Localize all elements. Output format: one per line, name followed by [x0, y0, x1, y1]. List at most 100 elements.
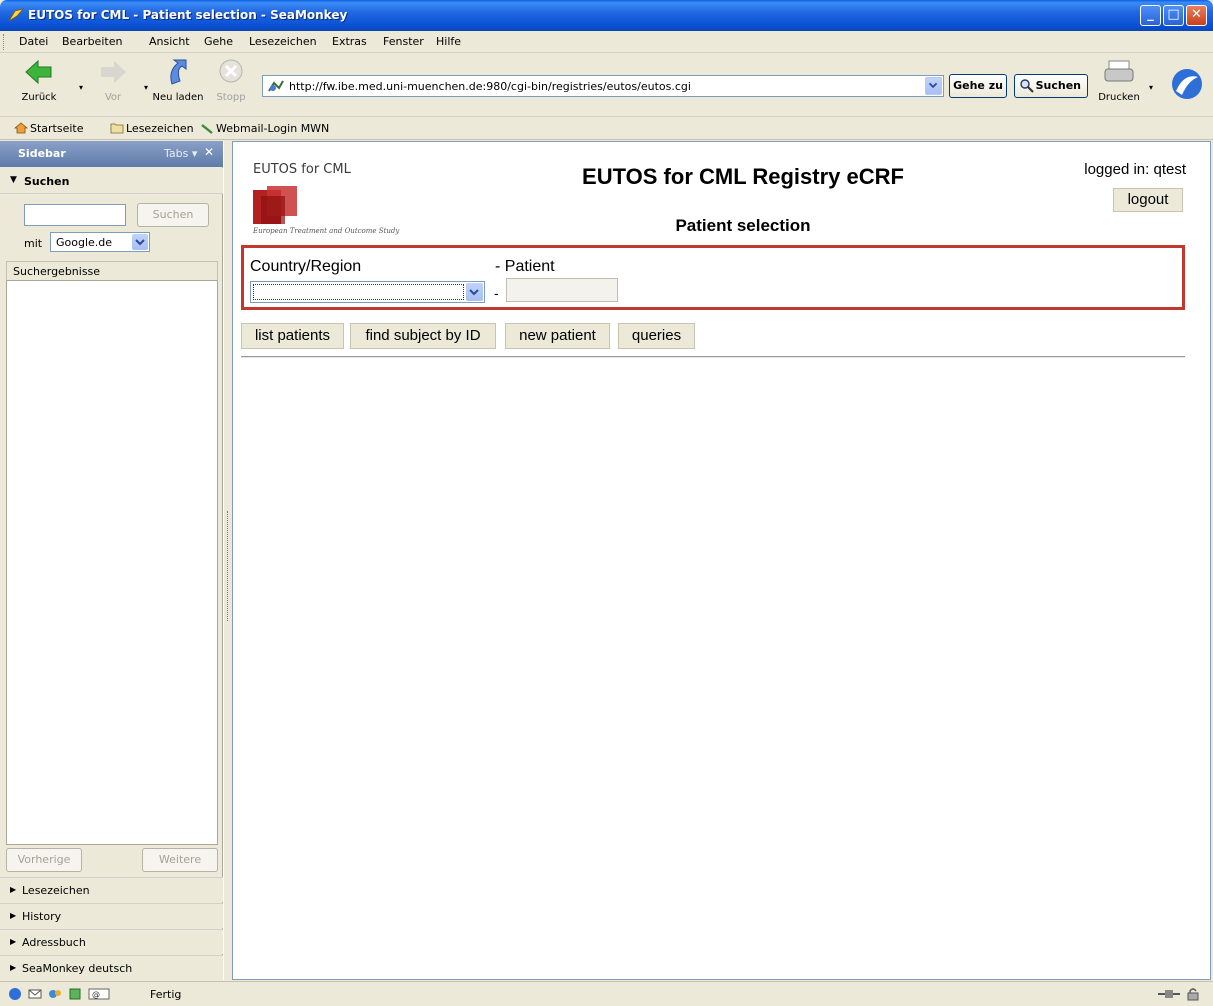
menu-extras[interactable]: Extras — [332, 35, 367, 48]
logo-title: EUTOS for CML — [253, 162, 351, 177]
menu-ansicht[interactable]: Ansicht — [149, 35, 190, 48]
back-history-dropdown[interactable]: ▾ — [79, 83, 83, 92]
collapsed-arrow-icon: ▶ — [10, 963, 17, 972]
sidebar-search-button[interactable]: Suchen — [137, 203, 209, 227]
back-label: Zurück — [21, 92, 57, 103]
search-button-label: Suchen — [1035, 79, 1081, 92]
focus-ring — [253, 284, 464, 300]
url-bar[interactable]: http://fw.ibe.med.uni-muenchen.de:980/cg… — [262, 75, 944, 97]
page-content: EUTOS for CML European Treatment and Out… — [232, 141, 1211, 980]
forward-history-dropdown[interactable]: ▾ — [144, 83, 148, 92]
sidebar-panel-suchen[interactable]: ▼ Suchen — [0, 168, 223, 194]
mail-icon[interactable] — [28, 987, 42, 1001]
search-engine-prefix: mit — [24, 237, 43, 250]
sidebar-panel-history[interactable]: ▶ History — [0, 903, 223, 928]
chevron-down-icon — [132, 234, 148, 250]
sidebar-search-input[interactable] — [24, 204, 126, 226]
logged-in-status: logged in: qtest — [1084, 161, 1186, 178]
collapsed-arrow-icon: ▶ — [10, 937, 17, 946]
forward-button[interactable]: Vor — [90, 57, 136, 103]
reload-button[interactable]: Neu laden — [150, 57, 206, 103]
sidebar-close-icon[interactable]: ✕ — [204, 145, 214, 159]
sidebar-panel-adressbuch[interactable]: ▶ Adressbuch — [0, 929, 223, 954]
window-title: EUTOS for CML - Patient selection - SeaM… — [28, 8, 348, 22]
collapsed-arrow-icon: ▶ — [10, 911, 17, 920]
search-results-label: Suchergebnisse — [13, 265, 101, 278]
toolbar-grip — [3, 34, 6, 50]
composer-icon[interactable] — [68, 987, 82, 1001]
country-select[interactable] — [250, 281, 485, 303]
print-button[interactable]: Drucken — [1097, 57, 1141, 103]
country-label: Country/Region — [250, 258, 362, 275]
minimize-button[interactable]: _ — [1140, 5, 1161, 26]
print-options-dropdown[interactable]: ▾ — [1149, 83, 1153, 92]
menu-bearbeiten[interactable]: Bearbeiten — [62, 35, 122, 48]
status-bar: @ Fertig — [0, 981, 1213, 1006]
search-results-header: Suchergebnisse — [6, 261, 218, 280]
chevron-down-icon — [466, 283, 483, 301]
maximize-button[interactable]: □ — [1163, 5, 1184, 26]
search-button[interactable]: Suchen — [1014, 74, 1088, 98]
sidebar-panel-lesezeichen[interactable]: ▶ Lesezeichen — [0, 877, 223, 902]
bookmark-startseite-label: Startseite — [30, 122, 84, 135]
menu-datei[interactable]: Datei — [19, 35, 48, 48]
menu-gehe[interactable]: Gehe — [204, 35, 233, 48]
search-results-list[interactable] — [6, 280, 218, 845]
home-icon — [14, 122, 28, 134]
sidebar-title: Sidebar — [18, 147, 66, 160]
close-button[interactable]: ✕ — [1186, 5, 1207, 26]
site-icon — [268, 80, 284, 92]
queries-button[interactable]: queries — [618, 323, 695, 349]
logout-button[interactable]: logout — [1113, 188, 1183, 212]
reload-label: Neu laden — [152, 92, 204, 103]
stop-button[interactable]: Stopp — [212, 57, 250, 103]
sidebar-tabs-label: Tabs — [164, 147, 189, 160]
status-text: Fertig — [150, 988, 182, 1001]
sidebar-panel-history-label: History — [22, 910, 62, 923]
search-icon — [1020, 79, 1034, 93]
menu-hilfe[interactable]: Hilfe — [436, 35, 461, 48]
list-patients-button[interactable]: list patients — [241, 323, 344, 349]
back-button[interactable]: Zurück — [14, 57, 64, 103]
printer-icon — [1104, 60, 1134, 82]
menu-bar: Datei Bearbeiten Ansicht Gehe Lesezeiche… — [0, 31, 1213, 53]
splitter-grip — [227, 511, 230, 621]
forward-label: Vor — [104, 92, 122, 103]
bookmark-startseite[interactable]: Startseite — [14, 122, 84, 135]
sidebar-splitter[interactable] — [223, 141, 232, 980]
online-status-icon[interactable] — [1157, 987, 1181, 1001]
seamonkey-icon — [8, 8, 24, 22]
sidebar-panel-seamonkey-deutsch[interactable]: ▶ SeaMonkey deutsch — [0, 955, 223, 980]
page-subtitle: Patient selection — [675, 216, 811, 235]
prev-results-button[interactable]: Vorherige — [6, 848, 82, 872]
security-lock-icon[interactable] — [1186, 987, 1200, 1001]
sidebar-panel-lesezeichen-label: Lesezeichen — [22, 884, 90, 897]
patient-selection-box: Country/Region - Patient - — [241, 245, 1185, 310]
window-titlebar: EUTOS for CML - Patient selection - SeaM… — [0, 0, 1213, 31]
chevron-down-icon — [928, 82, 938, 89]
search-engine-value: Google.de — [56, 236, 113, 249]
bookmark-lesezeichen[interactable]: Lesezeichen — [110, 122, 194, 135]
patient-label: - Patient — [495, 258, 555, 275]
sidebar: Sidebar Tabs ▾ ✕ ▼ Suchen Suchen mit Goo… — [0, 141, 223, 980]
browser-icon[interactable] — [8, 987, 22, 1001]
sidebar-panel-adressbuch-label: Adressbuch — [22, 936, 86, 949]
print-label: Drucken — [1098, 92, 1140, 103]
next-results-button[interactable]: Weitere — [142, 848, 218, 872]
folder-icon — [110, 123, 124, 134]
new-patient-button[interactable]: new patient — [505, 323, 610, 349]
patient-input[interactable] — [506, 278, 618, 302]
menu-lesezeichen[interactable]: Lesezeichen — [249, 35, 317, 48]
chat-icon[interactable] — [48, 987, 62, 1001]
find-subject-button[interactable]: find subject by ID — [350, 323, 496, 349]
addressbook-icon[interactable]: @ — [88, 987, 110, 1001]
expanded-arrow-icon: ▼ — [10, 175, 17, 185]
sidebar-tabs-menu[interactable]: Tabs ▾ — [164, 147, 197, 160]
reload-icon — [170, 59, 187, 85]
search-engine-select[interactable]: Google.de — [50, 232, 150, 252]
bookmark-webmail[interactable]: Webmail-Login MWN — [200, 122, 329, 135]
menu-fenster[interactable]: Fenster — [383, 35, 424, 48]
back-arrow-icon — [25, 59, 52, 85]
go-button[interactable]: Gehe zu — [949, 74, 1007, 98]
url-history-dropdown[interactable] — [925, 77, 942, 95]
